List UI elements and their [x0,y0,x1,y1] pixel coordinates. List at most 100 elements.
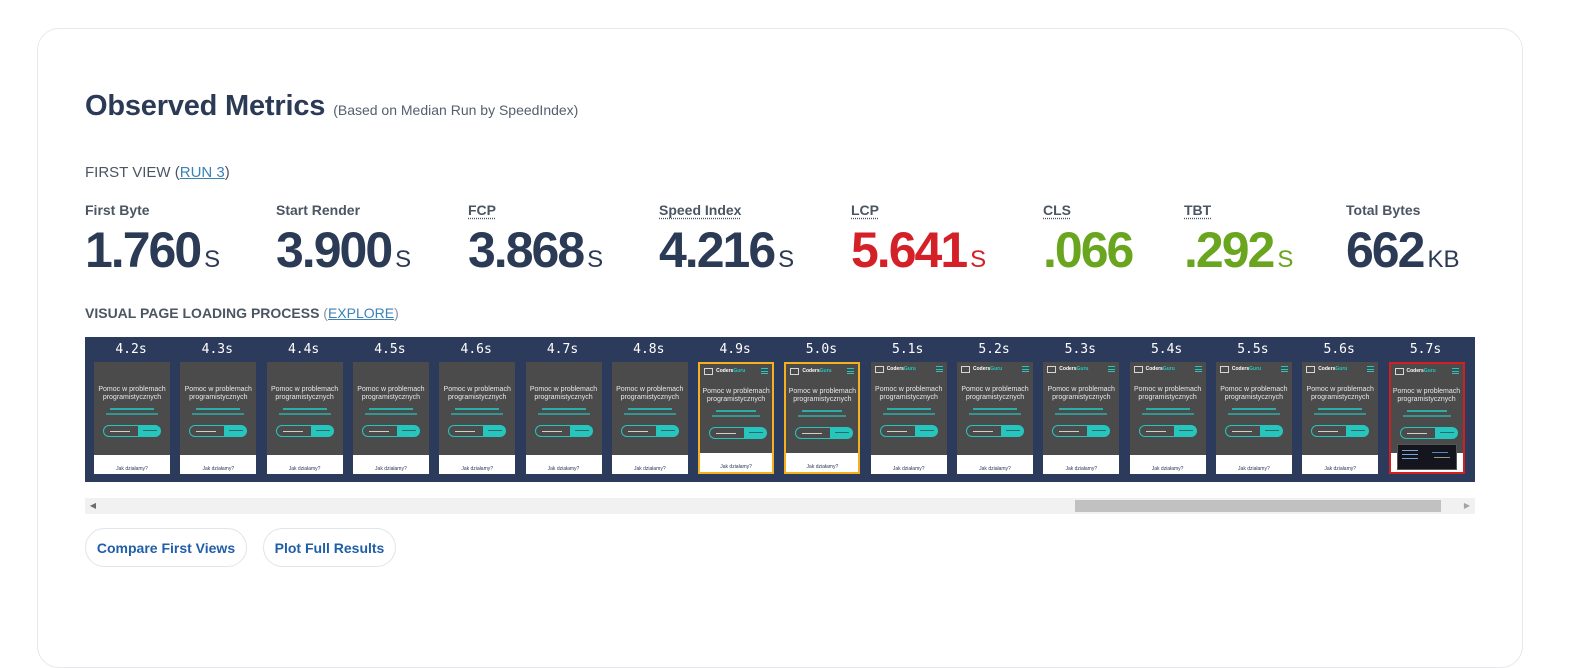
metric-number: 5.641 [851,222,968,278]
frame-thumbnail[interactable]: CodersGuru Pomoc w problemach programisty… [1215,362,1292,474]
thumb-buttons [361,425,420,437]
frame-thumbnail[interactable]: CodersGuru Pomoc w problemach programisty… [784,362,861,474]
thumb-subtext-line [278,413,331,415]
thumb-button-fill [139,425,161,437]
filmstrip-frame[interactable]: 5.5s CodersGuru Pomoc w problemach program… [1210,337,1296,482]
metric-fcp[interactable]: FCP 3.868 S [468,202,603,288]
filmstrip-frame[interactable]: 4.4s Pomoc w problemach programistycznych… [261,337,347,482]
filmstrip-frame[interactable]: 4.9s CodersGuru Pomoc w problemach program… [692,337,778,482]
thumb-logo-text: CodersGuru [1232,366,1261,373]
frame-time: 5.5s [1237,342,1269,357]
run-link[interactable]: RUN 3 [180,164,225,181]
frame-thumbnail[interactable]: Pomoc w problemach programistycznych Jak … [180,362,257,474]
filmstrip-frame[interactable]: 4.7s Pomoc w problemach programistycznych… [520,337,606,482]
filmstrip-scrollbar[interactable]: ◀ ▶ [85,498,1475,514]
frame-thumbnail[interactable]: Pomoc w problemach programistycznych Jak … [525,362,602,474]
frame-thumbnail[interactable]: CodersGuru Pomoc w problemach programisty… [1388,362,1465,474]
explore-link[interactable]: EXPLORE [328,305,394,321]
hamburger-menu-icon [1108,366,1116,372]
thumb-button-outline [620,425,657,437]
frame-thumbnail[interactable]: Pomoc w problemach programistycznych Jak … [94,362,170,474]
frame-thumbnail[interactable]: CodersGuru Pomoc w problemach programisty… [1043,362,1120,474]
thumb-headline: Pomoc w problemach programistycznych [184,386,252,401]
filmstrip-frame[interactable]: 5.6s CodersGuru Pomoc w problemach program… [1296,337,1382,482]
compare-first-views-button[interactable]: Compare First Views [85,528,247,567]
first-view-label: FIRST VIEW (RUN 3) [85,164,230,181]
metric-label[interactable]: Speed Index [659,202,794,218]
thumb-buttons [1052,425,1111,437]
thumb-headline: Pomoc w problemach programistycznych [98,386,166,401]
frame-thumbnail[interactable]: CodersGuru Pomoc w problemach programisty… [1129,362,1206,474]
logo-text-a: Coders [973,366,991,372]
frame-thumbnail[interactable]: CodersGuru Pomoc w problemach programisty… [870,362,947,474]
metric-label[interactable]: TBT [1184,202,1293,218]
thumb-logo-bar: CodersGuru [1133,366,1202,374]
metric-label[interactable]: LCP [851,202,986,218]
metric-tbt[interactable]: TBT .292 S [1184,202,1293,288]
scroll-left-arrow-icon[interactable]: ◀ [85,498,101,514]
filmstrip-frame[interactable]: 4.6s Pomoc w problemach programistycznych… [433,337,519,482]
filmstrip-frame[interactable]: 5.2s CodersGuru Pomoc w problemach program… [951,337,1037,482]
metric-unit: KB [1427,246,1460,273]
hamburger-menu-icon [1280,366,1288,372]
logo-icon [874,366,884,373]
thumb-logo-bar: CodersGuru [1306,366,1375,374]
metric-lcp[interactable]: LCP 5.641 S [851,202,986,288]
filmstrip-frame[interactable]: 4.8s Pomoc w problemach programistycznych… [606,337,692,482]
thumb-headline: Pomoc w problemach programistycznych [702,388,770,403]
thumb-bottom-text: Jak działamy? [892,466,925,472]
filmstrip-frame[interactable]: 5.3s CodersGuru Pomoc w problemach program… [1037,337,1123,482]
thumb-button-outline [709,427,746,439]
logo-text-a: Coders [1406,368,1424,374]
metric-cls[interactable]: CLS .066 [1043,202,1136,288]
frame-thumbnail[interactable]: CodersGuru Pomoc w problemach programisty… [957,362,1033,474]
filmstrip-frame[interactable]: 5.1s CodersGuru Pomoc w problemach program… [865,337,951,482]
frame-time: 5.6s [1323,342,1355,357]
metric-speed-index[interactable]: Speed Index 4.216 S [659,202,794,288]
filmstrip-frame[interactable]: 4.2s Pomoc w problemach programistycznych… [88,337,174,482]
metric-label[interactable]: FCP [468,202,603,218]
filmstrip-frame[interactable]: 4.3s Pomoc w problemach programistycznych… [174,337,260,482]
frame-time: 4.4s [287,342,320,357]
thumb-headline: Pomoc w problemach programistycznych [1133,386,1202,401]
frame-time: 5.1s [892,342,924,357]
metric-label: Total Bytes [1346,202,1421,218]
logo-text-b: Guru [819,368,832,374]
thumb-button-outline [189,425,226,437]
scroll-thumb[interactable] [1074,500,1442,512]
thumb-bottom-section: Jak działamy? [439,455,516,474]
frame-time: 4.6s [460,342,492,357]
thumb-subtext-line [969,413,1021,415]
metric-label[interactable]: CLS [1043,202,1136,218]
filmstrip[interactable]: 4.2s Pomoc w problemach programistycznych… [85,337,1475,482]
filmstrip-frame[interactable]: 5.4s CodersGuru Pomoc w problemach program… [1124,337,1210,482]
frame-thumbnail[interactable]: Pomoc w problemach programistycznych Jak … [352,362,429,474]
hamburger-menu-icon [761,368,769,374]
thumb-bottom-section: Jak działamy? [786,453,859,472]
thumb-button-outline [448,425,485,437]
thumb-subtext-line [110,408,154,410]
frame-thumbnail[interactable]: CodersGuru Pomoc w problemach programisty… [698,362,775,474]
thumb-bottom-section: Jak działamy? [1129,455,1206,474]
filmstrip-frame[interactable]: 5.0s CodersGuru Pomoc w problemach program… [778,337,864,482]
logo-text-b: Guru [990,366,1003,372]
logo-text-a: Coders [1231,366,1250,372]
thumb-button-fill [1002,425,1024,437]
filmstrip-frame[interactable]: 5.7s CodersGuru Pomoc w problemach program… [1383,337,1469,482]
plot-full-results-button[interactable]: Plot Full Results [263,528,396,567]
thumb-subtext-line [282,408,327,410]
frame-thumbnail[interactable]: Pomoc w problemach programistycznych Jak … [266,362,343,474]
filmstrip-frame[interactable]: 4.5s Pomoc w problemach programistycznych… [347,337,433,482]
thumb-subtext-line [886,408,931,410]
thumb-subtext-line [196,408,241,410]
frame-thumbnail[interactable]: Pomoc w problemach programistycznych Jak … [439,362,516,474]
thumb-bottom-section: Jak działamy? [94,455,170,474]
scroll-right-arrow-icon[interactable]: ▶ [1459,498,1475,514]
logo-text-a: Coders [1145,366,1163,372]
frame-thumbnail[interactable]: Pomoc w problemach programistycznych Jak … [611,362,688,474]
logo-text-b: Guru [903,366,916,372]
thumb-bottom-section: Jak działamy? [611,455,688,474]
thumb-subtext-line [1227,413,1280,415]
frame-thumbnail[interactable]: CodersGuru Pomoc w problemach programisty… [1302,362,1379,474]
thumb-headline: Pomoc w problemach programistycznych [1306,386,1374,401]
